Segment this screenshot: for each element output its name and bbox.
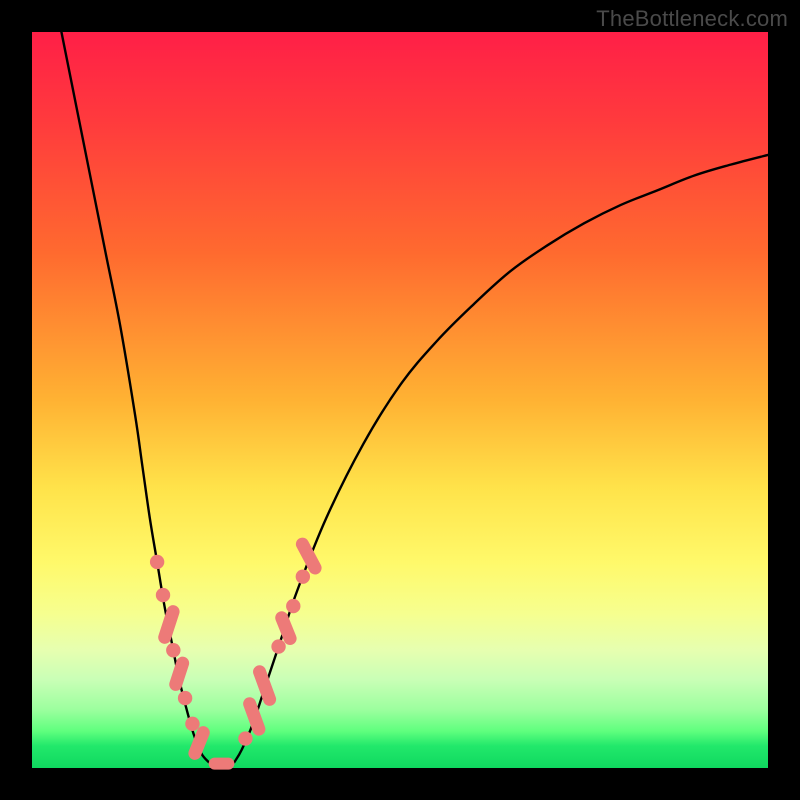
marker-dot-0 <box>150 555 164 569</box>
marker-dot-5 <box>238 731 252 745</box>
curve-right-branch <box>234 155 768 762</box>
marker-pill-1 <box>168 655 191 693</box>
marker-dot-6 <box>271 639 285 653</box>
marker-pill-0 <box>157 603 182 645</box>
marker-pill-6 <box>294 535 324 576</box>
marker-dot-7 <box>286 599 300 613</box>
marker-dot-3 <box>178 691 192 705</box>
curve-left-branch <box>61 32 208 762</box>
marker-pill-3 <box>241 695 267 737</box>
chart-overlay <box>0 0 800 800</box>
marker-dot-2 <box>166 643 180 657</box>
marker-dot-4 <box>185 717 199 731</box>
marker-dot-8 <box>296 569 310 583</box>
marker-layer <box>150 535 324 769</box>
valley-bar <box>209 758 235 770</box>
marker-dot-1 <box>156 588 170 602</box>
chart-stage: TheBottleneck.com <box>0 0 800 800</box>
